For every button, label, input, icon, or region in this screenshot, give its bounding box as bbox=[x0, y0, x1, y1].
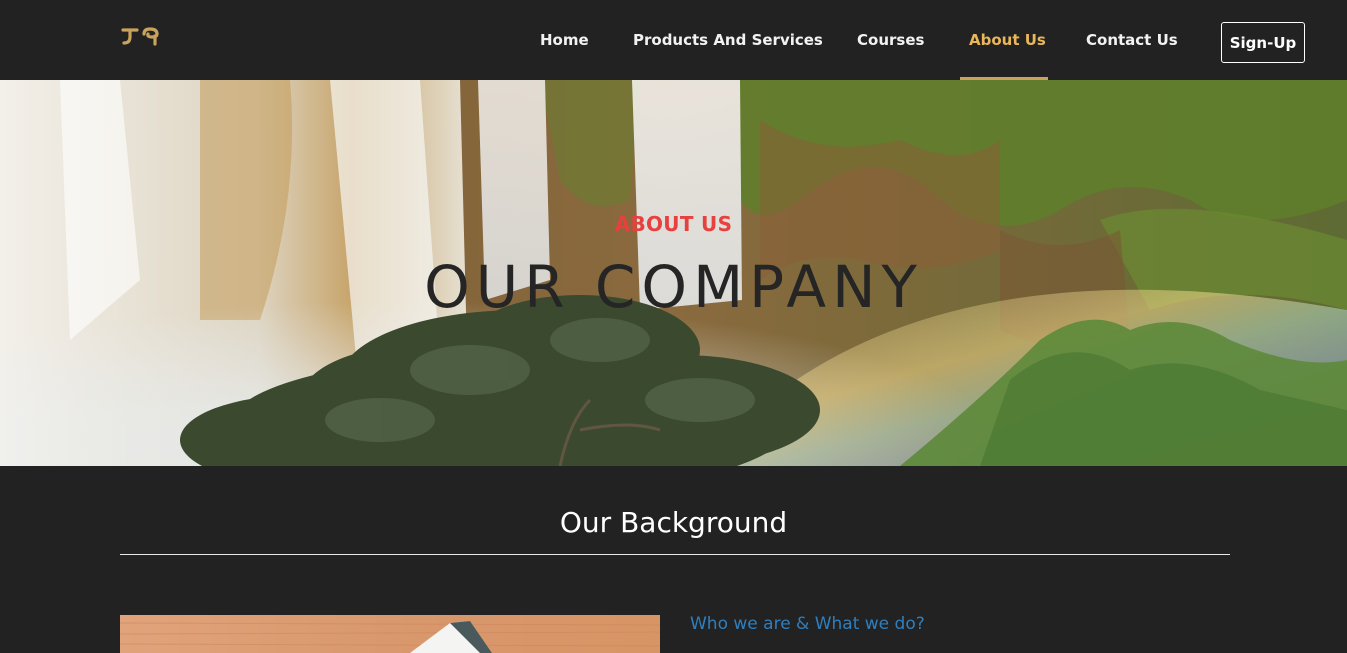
navbar: Home Products And Services Courses About… bbox=[0, 0, 1347, 80]
nav-courses[interactable]: Courses bbox=[857, 31, 924, 49]
nav-products-and-services[interactable]: Products And Services bbox=[633, 31, 823, 49]
hero-kicker: ABOUT US bbox=[614, 212, 733, 236]
nav-about-us[interactable]: About Us bbox=[969, 31, 1046, 49]
hero-banner: ABOUT US OUR COMPANY bbox=[0, 80, 1347, 466]
page: Home Products And Services Courses About… bbox=[0, 0, 1347, 653]
section-title: Our Background bbox=[559, 506, 788, 539]
hero-title: OUR COMPANY bbox=[424, 253, 923, 321]
ethiopic-logo-icon bbox=[121, 27, 159, 46]
who-we-are-heading: Who we are & What we do? bbox=[690, 614, 925, 634]
section-divider bbox=[120, 554, 1230, 555]
signup-button[interactable]: Sign-Up bbox=[1221, 22, 1305, 63]
nav-contact-us[interactable]: Contact Us bbox=[1086, 31, 1178, 49]
brand-logo[interactable] bbox=[119, 22, 163, 48]
desk-photo bbox=[120, 615, 660, 653]
nav-home[interactable]: Home bbox=[540, 31, 589, 49]
